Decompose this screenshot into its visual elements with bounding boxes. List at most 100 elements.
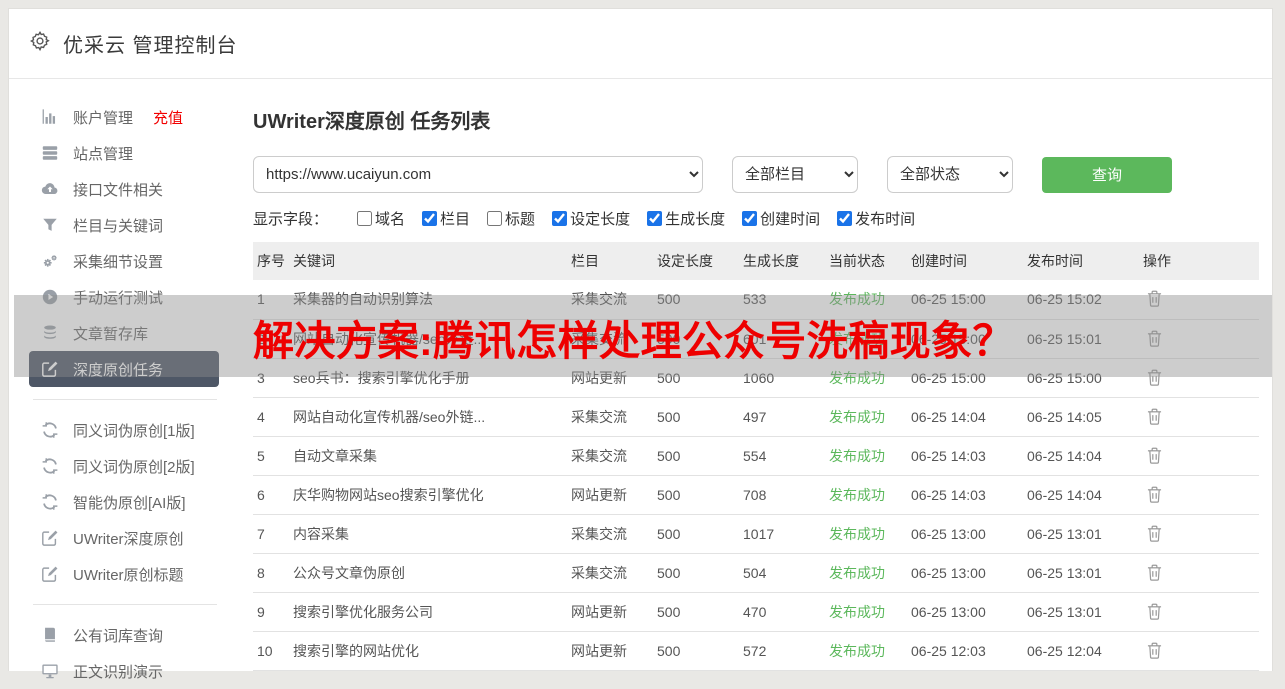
- delete-button[interactable]: [1143, 601, 1166, 622]
- display-field-checkbox[interactable]: [357, 211, 373, 226]
- sidebar-item[interactable]: 正文识别演示: [9, 653, 241, 689]
- delete-button[interactable]: [1143, 367, 1166, 388]
- display-field-checkbox[interactable]: [742, 211, 758, 226]
- display-field-checkbox[interactable]: [487, 211, 503, 226]
- gears-icon: [41, 252, 59, 270]
- cell-set-length: 500: [653, 358, 739, 398]
- column-filter-select[interactable]: 全部栏目: [732, 156, 858, 193]
- cell-keyword: 搜索引擎优化服务公司: [289, 592, 567, 632]
- cell-created-time: 06-25 13:00: [907, 514, 1023, 554]
- sidebar-item[interactable]: 公有词库查询: [9, 617, 241, 653]
- delete-button[interactable]: [1143, 640, 1166, 661]
- column-header: 关键词: [289, 242, 567, 280]
- display-field-option[interactable]: 生成长度: [647, 208, 725, 229]
- trash-icon: [1147, 447, 1162, 464]
- sidebar-item[interactable]: 采集细节设置: [9, 243, 241, 279]
- sidebar-item[interactable]: 手动运行测试: [9, 279, 241, 315]
- delete-button[interactable]: [1143, 523, 1166, 544]
- sidebar-item[interactable]: 接口文件相关: [9, 171, 241, 207]
- delete-button[interactable]: [1143, 288, 1166, 309]
- cell-published-time: 06-25 15:02: [1023, 280, 1139, 320]
- display-field-option[interactable]: 设定长度: [552, 208, 630, 229]
- cell-keyword: 网站自动化宣传机器/seo外链...: [289, 397, 567, 437]
- cell-set-length: 500: [653, 592, 739, 632]
- cell-generated-length: 1060: [739, 358, 825, 398]
- display-field-checkbox[interactable]: [837, 211, 853, 226]
- server-icon: [41, 144, 59, 162]
- delete-button[interactable]: [1143, 484, 1166, 505]
- sidebar-item[interactable]: 同义词伪原创[2版]: [9, 448, 241, 484]
- display-field-checkbox[interactable]: [422, 211, 438, 226]
- sidebar-item[interactable]: 同义词伪原创[1版]: [9, 412, 241, 448]
- delete-button[interactable]: [1143, 328, 1166, 349]
- app-window: 优采云 管理控制台 账户管理 充值站点管理接口文件相关栏目与关键词 采集细节设置 手动…: [8, 8, 1273, 681]
- cell-category: 网站更新: [567, 358, 653, 398]
- database-icon: [41, 324, 59, 342]
- cell-status: 发布成功: [825, 553, 907, 593]
- delete-button[interactable]: [1143, 406, 1166, 427]
- sidebar-item[interactable]: UWriter原创标题: [9, 556, 241, 592]
- table-row: 2 网站自动化宣传机器/seo外链... 采集交流 500 601 发布成功 06-25 1…: [253, 319, 1259, 359]
- delete-button[interactable]: [1143, 562, 1166, 583]
- trash-icon: [1147, 408, 1162, 425]
- cloud-upload-icon: [41, 180, 59, 198]
- sidebar-item-label: 接口文件相关: [73, 181, 164, 199]
- delete-button[interactable]: [1143, 445, 1166, 466]
- cell-set-length: 500: [653, 436, 739, 476]
- column-header: 当前状态: [825, 242, 907, 280]
- cell-actions: [1139, 319, 1259, 359]
- sidebar-item[interactable]: 智能伪原创[AI版]: [9, 484, 241, 520]
- table-row: 5 自动文章采集 采集交流 500 554 发布成功 06-25 14:03 06-25 14…: [253, 436, 1259, 476]
- cell-published-time: 06-25 12:04: [1023, 631, 1139, 671]
- cell-index: 6: [253, 475, 289, 515]
- cell-created-time: 06-25 15:00: [907, 358, 1023, 398]
- display-field-checkbox[interactable]: [647, 211, 663, 226]
- sidebar-item[interactable]: 栏目与关键词: [9, 207, 241, 243]
- table-row: 6 庆华购物网站seo搜索引擎优化 网站更新 500 708 发布成功 06-25 14:0…: [253, 475, 1259, 515]
- display-field-checkbox[interactable]: [552, 211, 568, 226]
- trash-icon: [1147, 564, 1162, 581]
- recharge-badge[interactable]: 充值: [153, 107, 183, 128]
- cell-status: 发布成功: [825, 280, 907, 320]
- cell-generated-length: 572: [739, 631, 825, 671]
- trash-icon: [1147, 525, 1162, 542]
- display-field-option[interactable]: 栏目: [422, 208, 470, 229]
- cell-set-length: 500: [653, 514, 739, 554]
- cell-created-time: 06-25 14:04: [907, 397, 1023, 437]
- sidebar-item[interactable]: UWriter深度原创: [9, 520, 241, 556]
- sidebar-item[interactable]: 文章暂存库: [9, 315, 241, 351]
- sidebar-item-label: 账户管理: [73, 109, 134, 127]
- display-field-option[interactable]: 发布时间: [837, 208, 915, 229]
- filter-bar: https://www.ucaiyun.com 全部栏目 全部状态 查询: [253, 156, 1259, 193]
- query-button[interactable]: 查询: [1042, 156, 1172, 193]
- status-filter-select[interactable]: 全部状态: [887, 156, 1013, 193]
- cell-keyword: 内容采集: [289, 514, 567, 554]
- display-field-option[interactable]: 域名: [357, 208, 405, 229]
- sidebar-item[interactable]: 站点管理: [9, 135, 241, 171]
- page-title: UWriter深度原创 任务列表: [253, 111, 491, 133]
- filter-icon: [41, 216, 59, 234]
- gear-icon: [29, 30, 51, 57]
- cell-set-length: 500: [653, 280, 739, 320]
- site-select[interactable]: https://www.ucaiyun.com: [253, 156, 703, 193]
- sidebar-item[interactable]: 深度原创任务: [29, 351, 219, 387]
- app-title: 优采云 管理控制台: [63, 35, 238, 57]
- display-field-label: 创建时间: [760, 211, 821, 228]
- display-field-label: 栏目: [440, 211, 471, 228]
- display-fields-label: 显示字段：: [253, 211, 329, 228]
- cell-generated-length: 708: [739, 475, 825, 515]
- cell-keyword: 公众号文章伪原创: [289, 553, 567, 593]
- cell-created-time: 06-25 13:00: [907, 553, 1023, 593]
- sidebar-item-label: 文章暂存库: [73, 325, 149, 343]
- cell-created-time: 06-25 15:00: [907, 280, 1023, 320]
- display-field-option[interactable]: 标题: [487, 208, 535, 229]
- cell-index: 2: [253, 319, 289, 359]
- column-header: 栏目: [567, 242, 653, 280]
- display-field-option[interactable]: 创建时间: [742, 208, 820, 229]
- sidebar-item[interactable]: 账户管理 充值: [9, 99, 241, 135]
- cell-index: 5: [253, 436, 289, 476]
- cell-index: 10: [253, 631, 289, 671]
- cell-keyword: 庆华购物网站seo搜索引擎优化: [289, 475, 567, 515]
- cell-status: 发布成功: [825, 514, 907, 554]
- edit-icon: [41, 529, 59, 547]
